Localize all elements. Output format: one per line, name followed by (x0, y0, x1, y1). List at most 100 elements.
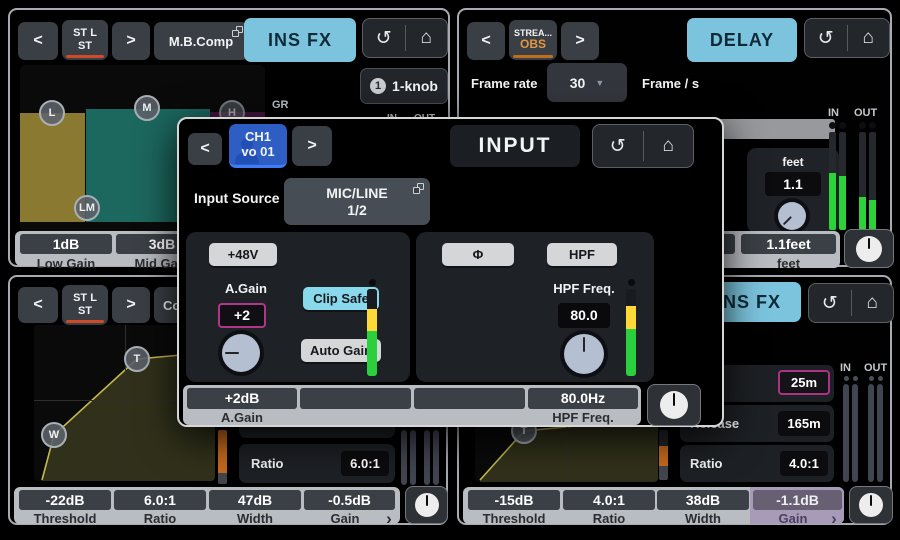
more-params-chevron[interactable]: › (827, 509, 841, 529)
next-channel-button[interactable]: > (292, 126, 332, 166)
in-meter-l (843, 376, 849, 482)
input-source-button[interactable]: MIC/LINE 1/2 (284, 178, 430, 225)
prev-channel-button[interactable]: < (467, 22, 505, 60)
input-source-label: Input Source (194, 190, 280, 206)
input-level-meter (626, 279, 636, 376)
ratio-row[interactable]: Ratio 4.0:1 (680, 445, 834, 482)
channel-select-button[interactable]: STREA... OBS (509, 20, 557, 60)
knob-icon (660, 391, 688, 419)
gain-value[interactable]: -0.5dB (304, 490, 395, 510)
undo-button[interactable]: ↺ (805, 19, 847, 57)
delay-tab[interactable]: DELAY (687, 18, 797, 62)
threshold-value[interactable]: -22dB (19, 490, 111, 510)
channel-select-button[interactable]: CH1 vo 01 (229, 124, 287, 168)
effect-name-button[interactable]: M.B.Comp (154, 22, 248, 60)
low-band-handle[interactable]: L (39, 100, 65, 126)
gr-meter-top (659, 430, 668, 446)
channel-color-strip (513, 55, 553, 58)
hpf-freq-param-label: HPF Freq. (528, 410, 638, 425)
ratio-row[interactable]: Ratio 6.0:1 (239, 444, 395, 483)
hpf-freq-knob[interactable] (564, 334, 604, 374)
ratio-label: Ratio (114, 511, 206, 526)
preamp-section: +48V A.Gain +2 Clip Safe Auto Gain (186, 232, 410, 382)
ratio-value[interactable]: 4.0:1 (563, 490, 655, 510)
mixer-screen: < ST L ST > M.B.Comp INS FX ↺ ⌂ L M H LM… (0, 0, 900, 540)
ins-fx-tab[interactable]: INS FX (244, 18, 356, 62)
touch-knob-button[interactable] (844, 229, 894, 268)
again-param-value[interactable]: +2dB (187, 388, 297, 409)
in-meter-r (852, 376, 858, 482)
feet-label: feet (747, 155, 839, 169)
home-button[interactable]: ⌂ (852, 284, 894, 322)
channel-name: ST L (73, 292, 97, 305)
undo-button[interactable]: ↺ (593, 125, 643, 167)
gr-meter (659, 446, 668, 466)
ratio-row-value[interactable]: 4.0:1 (780, 451, 828, 476)
in-meter-l (401, 430, 407, 485)
undo-button[interactable]: ↺ (809, 284, 851, 322)
one-knob-button[interactable]: 1 1-knob (360, 68, 448, 104)
touch-knob-button[interactable] (405, 486, 448, 524)
phantom-48v-button[interactable]: +48V (209, 243, 277, 266)
input-source-line1: MIC/LINE (326, 185, 387, 201)
hpf-section: Φ HPF HPF Freq. 80.0 (416, 232, 654, 382)
more-params-chevron[interactable]: › (382, 509, 396, 529)
width-value[interactable]: 47dB (209, 490, 301, 510)
threshold-handle[interactable]: T (124, 346, 150, 372)
param-value-3[interactable] (414, 388, 525, 409)
release-row-value[interactable]: 165m (778, 411, 830, 436)
gain-value[interactable]: -1.1dB (753, 490, 842, 510)
touch-knob-button[interactable] (647, 384, 701, 426)
ins-fx-label: INS FX (717, 292, 781, 313)
feet-param-value[interactable]: 1.1feet (741, 234, 836, 254)
frame-rate-dropdown[interactable]: 30 ▼ (547, 63, 627, 102)
next-channel-button[interactable]: > (561, 22, 599, 60)
prev-channel-button[interactable]: < (18, 287, 58, 323)
mid-band-handle[interactable]: M (134, 95, 160, 121)
channel-number: CH1 (245, 130, 271, 145)
gr-meter (218, 430, 227, 473)
attack-row-value[interactable]: 25m (778, 370, 830, 395)
phase-button[interactable]: Φ (442, 243, 514, 266)
touch-knob-button[interactable] (849, 486, 893, 524)
home-button[interactable]: ⌂ (848, 19, 890, 57)
next-channel-button[interactable]: > (112, 22, 150, 60)
param-bar: -22dB Threshold 6.0:1 Ratio 47dB Width -… (14, 487, 400, 524)
undo-button[interactable]: ↺ (363, 19, 405, 57)
nav-group: ↺ ⌂ (592, 124, 694, 168)
low-mid-crossover-handle[interactable]: LM (74, 195, 100, 221)
low-gain-value[interactable]: 1dB (20, 234, 112, 254)
in-meter-r (839, 122, 846, 230)
next-channel-button[interactable]: > (112, 287, 150, 323)
channel-select-button[interactable]: ST L ST (62, 285, 108, 325)
home-button[interactable]: ⌂ (644, 125, 694, 167)
channel-select-button[interactable]: ST L ST (62, 20, 108, 60)
hpf-freq-param-value[interactable]: 80.0Hz (528, 388, 638, 409)
knob-icon (856, 236, 882, 262)
ratio-value[interactable]: 6.0:1 (114, 490, 206, 510)
delay-knob[interactable] (772, 196, 812, 236)
frame-rate-unit: Frame / s (642, 76, 699, 91)
prev-channel-button[interactable]: < (188, 133, 222, 165)
param-value-2[interactable] (300, 388, 411, 409)
again-knob[interactable] (222, 334, 260, 372)
threshold-value[interactable]: -15dB (468, 490, 560, 510)
width-label: Width (209, 511, 301, 526)
one-knob-icon: 1 (370, 78, 386, 94)
prev-channel-button[interactable]: < (18, 22, 58, 60)
width-letter: W (49, 429, 59, 441)
channel-name-2: ST (78, 305, 92, 318)
hpf-button[interactable]: HPF (547, 243, 617, 266)
chevron-left-icon: < (200, 140, 209, 158)
width-value[interactable]: 38dB (657, 490, 749, 510)
threshold-letter: T (134, 353, 141, 365)
out-meter-r (433, 430, 439, 485)
home-button[interactable]: ⌂ (406, 19, 448, 57)
again-value[interactable]: +2 (218, 303, 266, 328)
hpf-freq-value[interactable]: 80.0 (558, 303, 610, 328)
width-handle[interactable]: W (41, 422, 67, 448)
nav-group: ↺ ⌂ (808, 283, 894, 323)
ratio-row-value[interactable]: 6.0:1 (341, 451, 389, 476)
undo-icon: ↺ (610, 135, 626, 158)
feet-value[interactable]: 1.1 (765, 172, 821, 196)
